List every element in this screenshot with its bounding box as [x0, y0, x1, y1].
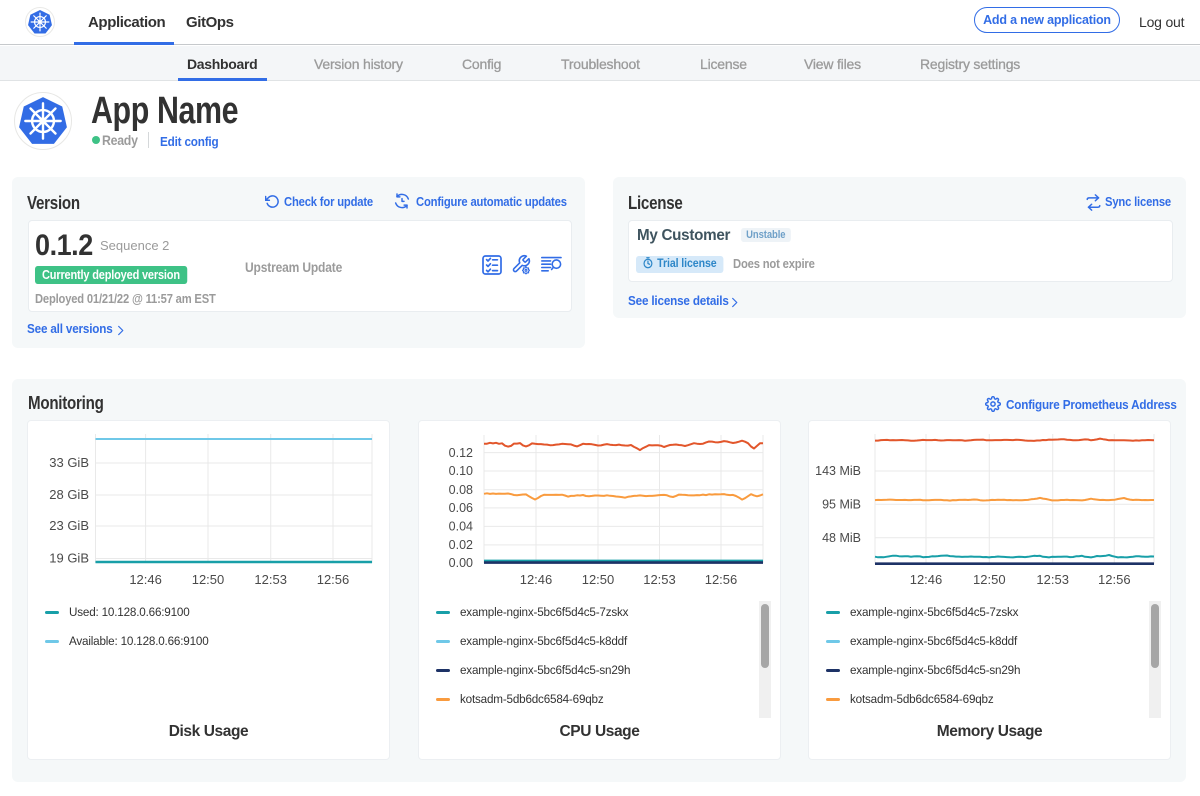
svg-text:12:50: 12:50 — [973, 572, 1006, 587]
svg-text:12:56: 12:56 — [705, 572, 738, 587]
svg-text:19 GiB: 19 GiB — [49, 551, 89, 566]
svg-text:143 MiB: 143 MiB — [815, 464, 861, 478]
svg-text:12:56: 12:56 — [317, 572, 350, 587]
svg-text:12:46: 12:46 — [910, 572, 943, 587]
svg-text:23 GiB: 23 GiB — [49, 518, 89, 533]
svg-text:0.10: 0.10 — [449, 464, 473, 478]
svg-text:12:53: 12:53 — [254, 572, 287, 587]
svg-text:0.06: 0.06 — [449, 501, 473, 515]
svg-text:12:50: 12:50 — [582, 572, 615, 587]
svg-text:12:53: 12:53 — [643, 572, 676, 587]
svg-text:0.08: 0.08 — [449, 483, 473, 497]
svg-text:33 GiB: 33 GiB — [49, 455, 89, 470]
svg-text:0.12: 0.12 — [449, 446, 473, 460]
svg-text:12:46: 12:46 — [520, 572, 553, 587]
svg-text:28 GiB: 28 GiB — [49, 487, 89, 502]
svg-text:12:50: 12:50 — [192, 572, 225, 587]
svg-text:0.04: 0.04 — [449, 520, 473, 534]
svg-text:48 MiB: 48 MiB — [822, 531, 861, 545]
svg-text:12:53: 12:53 — [1036, 572, 1069, 587]
svg-text:0.02: 0.02 — [449, 538, 473, 552]
svg-text:95 MiB: 95 MiB — [822, 498, 861, 512]
svg-text:0.00: 0.00 — [449, 556, 473, 570]
svg-text:12:56: 12:56 — [1098, 572, 1131, 587]
svg-text:12:46: 12:46 — [129, 572, 162, 587]
